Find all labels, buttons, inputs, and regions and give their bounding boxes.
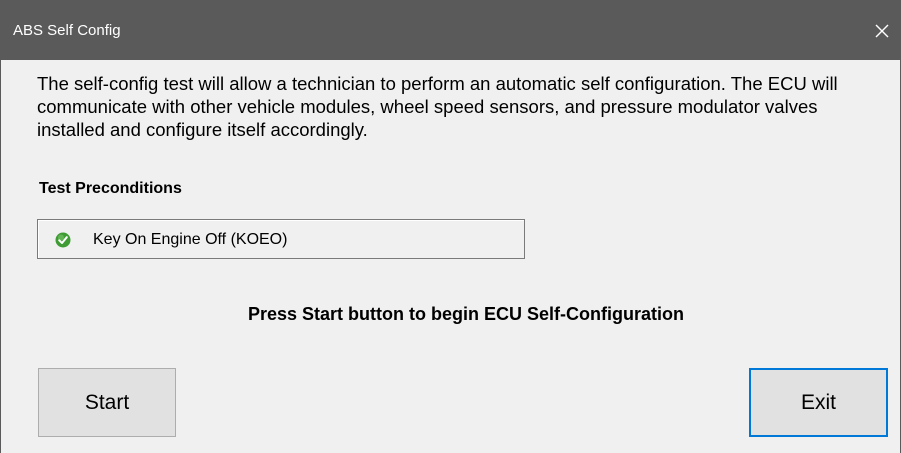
preconditions-heading: Test Preconditions: [39, 180, 182, 197]
precondition-item-koeo: Key On Engine Off (KOEO): [37, 219, 525, 259]
start-button[interactable]: Start: [38, 368, 176, 437]
exit-button[interactable]: Exit: [749, 368, 888, 437]
title-bar[interactable]: ABS Self Config: [1, 0, 900, 60]
test-description: The self-config test will allow a techni…: [37, 73, 838, 140]
abs-self-config-window: ABS Self Config The self-config test wil…: [0, 0, 901, 453]
window-title: ABS Self Config: [13, 22, 121, 39]
green-check-icon: [55, 232, 71, 248]
close-icon: [875, 24, 889, 38]
close-button[interactable]: [864, 10, 900, 52]
precondition-label: Key On Engine Off (KOEO): [93, 231, 288, 248]
instruction-text: Press Start button to begin ECU Self-Con…: [248, 304, 684, 324]
